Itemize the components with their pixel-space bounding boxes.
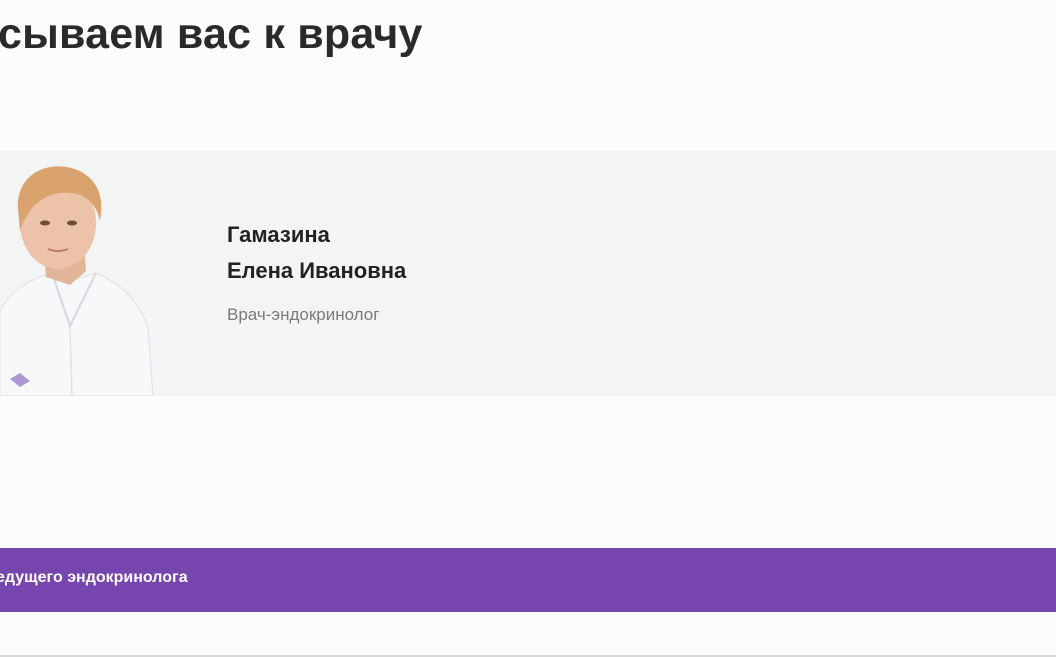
doctor-first-middle-name: Елена Ивановна: [227, 258, 407, 283]
doctor-name[interactable]: Гамазина Елена Ивановна: [227, 217, 406, 289]
doctor-specialty: Врач-эндокринолог: [227, 305, 380, 324]
doctor-card[interactable]: Гамазина Елена Ивановна Врач-эндокриноло…: [0, 151, 1056, 396]
page: сываем вас к врачу Гамазина Елена Иванов…: [0, 0, 1056, 657]
cta-button-label: едущего эндокринолога: [0, 569, 188, 586]
page-title: сываем вас к врачу: [0, 10, 423, 58]
doctor-last-name: Гамазина: [227, 222, 330, 247]
cta-button[interactable]: едущего эндокринолога: [0, 548, 1056, 612]
doctor-photo: [0, 166, 154, 396]
